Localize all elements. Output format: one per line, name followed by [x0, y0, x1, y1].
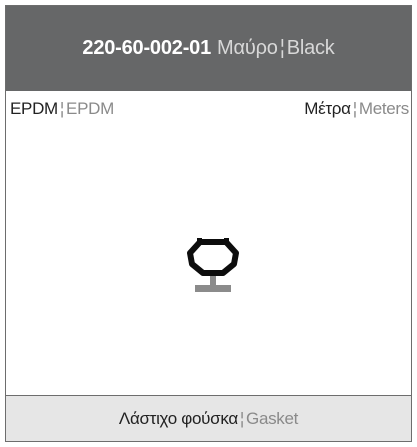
header-separator: ¦	[279, 37, 285, 59]
unit-greek: Μέτρα	[304, 99, 351, 118]
color-name-greek: Μαύρο	[217, 37, 278, 59]
color-name-english: Black	[286, 37, 335, 59]
product-code: 220-60-002-01	[82, 37, 212, 59]
type-separator: ¦	[239, 408, 245, 428]
gasket-lip-left	[197, 238, 202, 244]
product-info-row: EPDM ¦ EPDM Μέτρα ¦ Meters	[6, 99, 411, 125]
type-greek: Λάστιχο φούσκα	[118, 408, 238, 428]
unit-label: Μέτρα ¦ Meters	[304, 99, 409, 119]
product-type-footer: Λάστιχο φούσκα ¦ Gasket	[6, 395, 411, 441]
material-greek: EPDM	[10, 99, 58, 118]
unit-separator: ¦	[352, 99, 357, 118]
product-card: 220-60-002-01 Μαύρο ¦ Black EPDM ¦ EPDM Μέ…	[5, 5, 412, 442]
gasket-base	[195, 285, 231, 292]
gasket-lip-right	[224, 238, 229, 244]
gasket-profile-icon	[180, 233, 246, 299]
gasket-bulb	[187, 239, 239, 276]
product-header: 220-60-002-01 Μαύρο ¦ Black	[6, 6, 411, 91]
unit-english: Meters	[358, 99, 409, 118]
type-english: Gasket	[246, 408, 299, 428]
material-english: EPDM	[66, 99, 114, 118]
material-separator: ¦	[59, 99, 65, 118]
material-label: EPDM ¦ EPDM	[10, 99, 114, 119]
